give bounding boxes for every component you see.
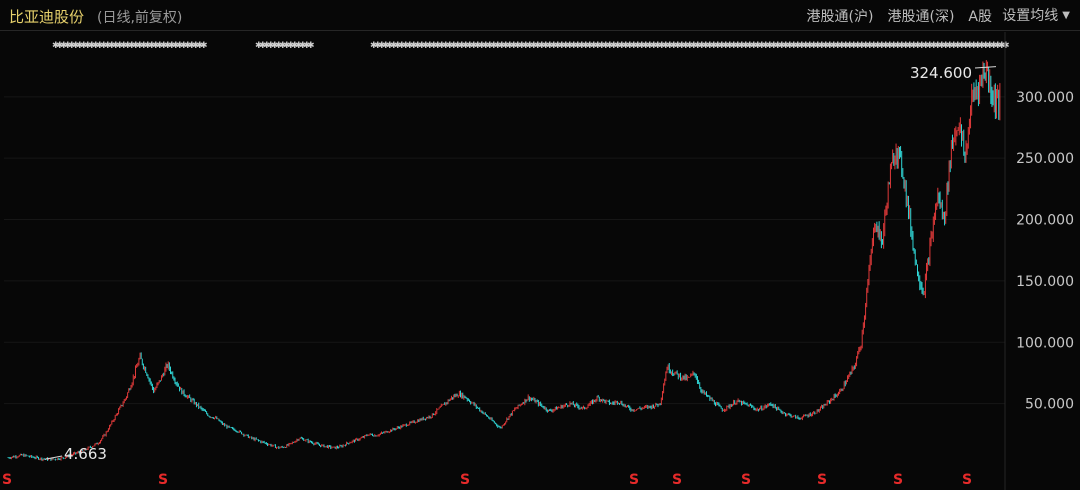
y-axis: 300.000 250.000 200.000 150.000 100.000 50.00… (1004, 32, 1074, 490)
y-tick-label: 250.000 (1016, 151, 1074, 167)
low-price-label: 4.663 (64, 445, 107, 463)
event-dot: ✱ (1002, 41, 1010, 51)
price-chart[interactable]: ✱✱✱✱✱✱✱✱✱✱✱✱✱✱✱✱✱✱✱✱✱✱✱✱✱✱✱✱✱✱✱✱✱✱✱✱✱✱ ✱✱… (0, 0, 1080, 490)
y-tick-label: 300.000 (1016, 90, 1074, 106)
high-pointer (974, 66, 997, 69)
event-marker: S (893, 472, 903, 488)
event-marker: S (672, 472, 682, 488)
event-marker: S (962, 472, 972, 488)
event-dot-strip: ✱✱✱✱✱✱✱✱✱✱✱✱✱✱✱✱✱✱✱✱✱✱✱✱✱✱✱✱✱✱✱✱✱✱✱✱✱✱ ✱✱… (52, 41, 1010, 51)
y-tick-label: 50.000 (1025, 397, 1074, 413)
high-price-label: 324.600 (910, 64, 972, 82)
event-marker: S (629, 472, 639, 488)
y-tick-label: 200.000 (1016, 213, 1074, 229)
grid (4, 96, 1005, 405)
stock-chart-panel: 比亚迪股份 (日线,前复权) 港股通(沪) 港股通(深) A股 设置均线 ▼ ✱… (0, 0, 1080, 490)
event-marker: S (158, 472, 168, 488)
y-tick-label: 100.000 (1016, 335, 1074, 351)
event-marker: S (2, 472, 12, 488)
event-dot: ✱ (200, 41, 208, 51)
event-marker: S (741, 472, 751, 488)
y-tick-label: 150.000 (1016, 274, 1074, 290)
event-markers: SSSSSSSSS (2, 472, 972, 488)
event-marker: S (460, 472, 470, 488)
candle-series (7, 60, 1001, 462)
event-dot: ✱ (307, 41, 315, 51)
event-marker: S (817, 472, 827, 488)
